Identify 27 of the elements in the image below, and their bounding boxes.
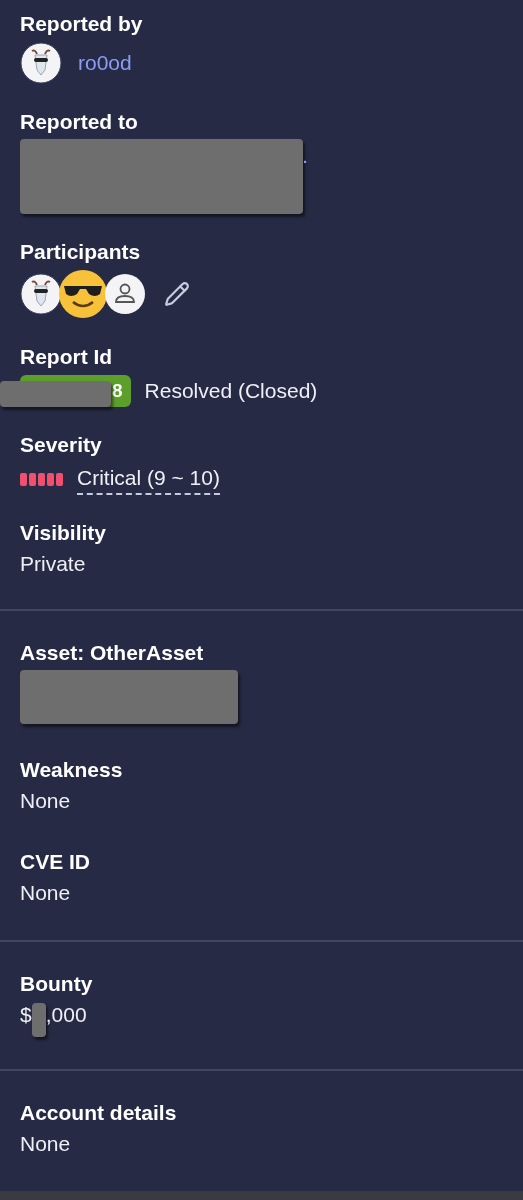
field-label: Report Id	[20, 344, 114, 370]
field-value: None	[20, 880, 72, 906]
field-label: Weakness	[20, 757, 124, 783]
goat-avatar	[20, 42, 62, 84]
edit-icon[interactable]	[164, 281, 190, 307]
program-link[interactable]: .	[303, 147, 308, 170]
bounty-amount: ,000	[45, 1002, 87, 1028]
field-value: Private	[20, 551, 87, 577]
field-label: Asset: OtherAsset	[20, 640, 205, 666]
field-label: Bounty	[20, 971, 94, 997]
user-avatar	[104, 273, 146, 315]
field-label: CVE ID	[20, 849, 91, 875]
field-label: Participants	[20, 239, 142, 265]
field-label: Account details	[20, 1100, 178, 1126]
field-value: None	[20, 1131, 72, 1157]
field-label: Reported by	[20, 11, 144, 37]
goat-avatar	[20, 273, 62, 315]
report-status: Resolved (Closed)	[144, 378, 318, 404]
reporter-link[interactable]: ro0od	[78, 47, 132, 79]
bounty-currency: $	[20, 1002, 32, 1028]
severity-rating[interactable]: Critical (9 ~ 10)	[77, 463, 220, 495]
redaction-block	[31, 1003, 46, 1037]
field-label: Reported to	[20, 109, 139, 135]
field-value: None	[20, 788, 72, 814]
field-label: Visibility	[20, 520, 107, 546]
sunglasses-emoji-avatar	[58, 269, 108, 319]
field-label: Severity	[20, 432, 103, 458]
